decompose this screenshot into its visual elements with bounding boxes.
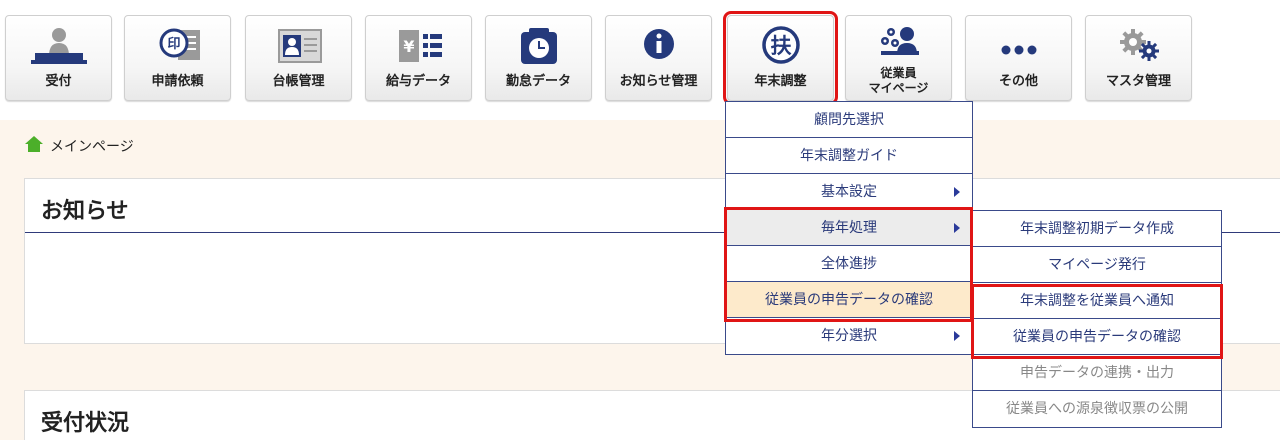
svg-text:¥: ¥ (403, 37, 414, 56)
reception-label: 受付 (45, 74, 72, 89)
svg-text:印: 印 (167, 37, 180, 52)
notice-management-button[interactable]: お知らせ管理 (605, 15, 712, 101)
attendance-data-button[interactable]: 勤怠データ (485, 15, 592, 101)
employee-mypage-label-line1: 従業員 (880, 66, 917, 80)
submenu-arrow-icon (954, 223, 960, 233)
yen-list-icon: ¥ (366, 24, 471, 68)
submenu-item-employee-declaration-check[interactable]: 従業員の申告データの確認 (973, 319, 1221, 355)
breadcrumb-main-page[interactable]: メインページ (50, 136, 134, 156)
other-button[interactable]: その他 (965, 15, 1072, 101)
payroll-data-label: 給与データ (385, 74, 451, 89)
reception-button[interactable]: 受付 (5, 15, 112, 101)
ledger-management-button[interactable]: 台帳管理 (245, 15, 352, 101)
menu-item-label: 年分選択 (821, 328, 877, 344)
fu-kanji-circle-icon: 扶 (728, 24, 833, 68)
id-card-icon (246, 24, 351, 68)
submenu-arrow-icon (954, 331, 960, 341)
ledger-management-label: 台帳管理 (272, 74, 325, 89)
year-end-adjustment-label: 年末調整 (754, 74, 807, 89)
submenu-item-label: 年末調整初期データ作成 (1020, 221, 1174, 237)
submenu-item-label: 従業員への源泉徴収票の公開 (1006, 401, 1188, 417)
notice-management-label: お知らせ管理 (619, 74, 698, 89)
submenu-item-mypage-issue[interactable]: マイページ発行 (973, 247, 1221, 283)
menu-item-year-select[interactable]: 年分選択 (726, 318, 972, 354)
menu-item-label: 全体進捗 (821, 256, 877, 272)
menu-item-label: 基本設定 (821, 184, 877, 200)
menu-item-label: 毎年処理 (821, 220, 877, 236)
menu-item-client-select[interactable]: 顧問先選択 (726, 102, 972, 138)
submenu-item-label: 年末調整を従業員へ通知 (1020, 293, 1174, 309)
employee-mypage-label-line2: マイページ (868, 81, 929, 95)
menu-item-label: 顧問先選択 (814, 112, 884, 128)
submenu-item-withholding-slip-publish: 従業員への源泉徴収票の公開 (973, 391, 1221, 427)
submenu-item-initial-data-create[interactable]: 年末調整初期データ作成 (973, 211, 1221, 247)
menu-item-annual-processing[interactable]: 毎年処理 (726, 210, 972, 246)
gears-icon (1086, 24, 1191, 68)
application-request-label: 申請依頼 (151, 74, 204, 89)
home-icon (24, 135, 44, 157)
other-label: その他 (998, 74, 1038, 89)
menu-item-overall-progress[interactable]: 全体進捗 (726, 246, 972, 282)
application-request-button[interactable]: 印 申請依頼 (124, 15, 231, 101)
submenu-item-label: 申告データの連携・出力 (1020, 365, 1174, 381)
menu-item-label: 従業員の申告データの確認 (765, 292, 933, 308)
year-end-dropdown-menu: 顧問先選択 年末調整ガイド 基本設定 毎年処理 全体進捗 従業員の申告データの確… (725, 101, 973, 355)
menu-item-basic-settings[interactable]: 基本設定 (726, 174, 972, 210)
submenu-item-declaration-export: 申告データの連携・出力 (973, 355, 1221, 391)
menu-item-employee-declaration-check[interactable]: 従業員の申告データの確認 (726, 282, 972, 318)
submenu-item-notify-employees[interactable]: 年末調整を従業員へ通知 (973, 283, 1221, 319)
stamp-document-icon: 印 (125, 24, 230, 68)
reception-person-icon (6, 24, 111, 68)
timecard-clock-icon (486, 24, 591, 68)
submenu-arrow-icon (954, 187, 960, 197)
submenu-item-label: 従業員の申告データの確認 (1013, 329, 1181, 345)
main-toolbar: 受付 印 申請依頼 台帳管理 ¥ 給与データ 勤怠データ お知らせ管理 扶 年末… (0, 0, 1280, 120)
info-icon (606, 24, 711, 68)
more-dots-icon (966, 24, 1071, 68)
payroll-data-button[interactable]: ¥ 給与データ (365, 15, 472, 101)
attendance-data-label: 勤怠データ (505, 74, 571, 89)
breadcrumb[interactable]: メインページ (24, 135, 134, 157)
employee-mypage-label: 従業員 マイページ (846, 66, 951, 96)
submenu-item-label: マイページ発行 (1048, 257, 1146, 273)
menu-item-year-end-guide[interactable]: 年末調整ガイド (726, 138, 972, 174)
master-management-label: マスタ管理 (1105, 74, 1171, 89)
employee-mypage-icon (846, 20, 951, 64)
menu-item-label: 年末調整ガイド (800, 148, 898, 164)
master-management-button[interactable]: マスタ管理 (1085, 15, 1192, 101)
annual-processing-submenu: 年末調整初期データ作成 マイページ発行 年末調整を従業員へ通知 従業員の申告デー… (972, 210, 1222, 428)
svg-text:扶: 扶 (770, 34, 791, 58)
employee-mypage-button[interactable]: 従業員 マイページ (845, 15, 952, 101)
year-end-adjustment-button[interactable]: 扶 年末調整 (723, 11, 838, 105)
